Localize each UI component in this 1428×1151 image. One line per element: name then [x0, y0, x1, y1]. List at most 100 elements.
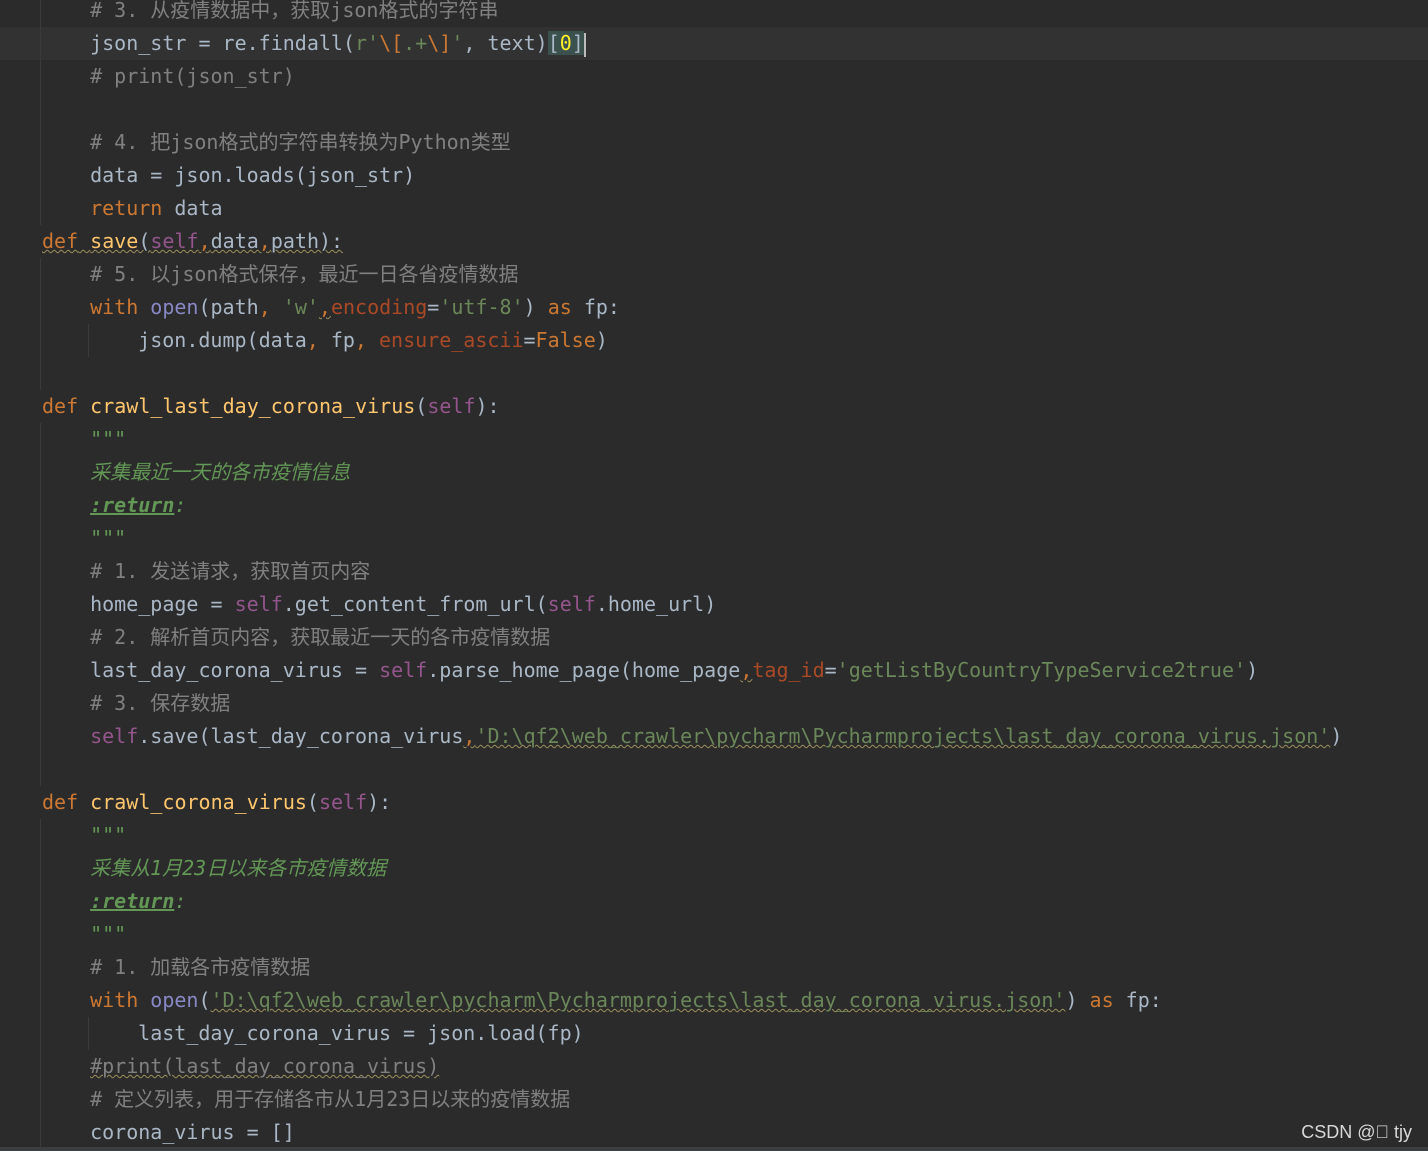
code-token: (path	[198, 295, 259, 319]
code-token: return	[90, 196, 163, 220]
code-line[interactable]	[0, 93, 1428, 126]
code-line[interactable]: def save(self,data,path):	[0, 225, 1428, 258]
code-line[interactable]: with open('D:\qf2\web_crawler\pycharm\Py…	[0, 984, 1428, 1017]
code-text: def save(self,data,path):	[42, 225, 343, 258]
code-line[interactable]	[0, 753, 1428, 786]
code-token: 'D:\qf2\web_crawler\pycharm\Pycharmproje…	[210, 988, 1066, 1012]
code-line[interactable]: """	[0, 522, 1428, 555]
indent-guide	[40, 423, 41, 456]
code-token: .save(last_day_corona_virus	[138, 724, 464, 748]
code-line[interactable]: data = json.loads(json_str)	[0, 159, 1428, 192]
code-token: self	[379, 658, 428, 682]
code-token: ,	[258, 295, 271, 319]
code-token: \[	[379, 31, 404, 55]
code-text: corona_virus = []	[90, 1116, 295, 1149]
code-text: :return:	[90, 885, 186, 918]
code-line[interactable]: home_page = self.get_content_from_url(se…	[0, 588, 1428, 621]
code-text: # 1. 加载各市疫情数据	[90, 951, 310, 984]
indent-guide	[40, 357, 41, 390]
code-token: # 定义列表，用于存储各市从1月23日以来的疫情数据	[90, 1087, 571, 1111]
code-token: 'w'	[282, 295, 319, 319]
code-text: last_day_corona_virus = json.load(fp)	[138, 1017, 584, 1050]
indent-guide	[40, 27, 41, 60]
code-token: [	[547, 31, 560, 55]
code-line[interactable]: def crawl_corona_virus(self):	[0, 786, 1428, 819]
code-line[interactable]: 采集最近一天的各市疫情信息	[0, 456, 1428, 489]
code-line[interactable]: # 4. 把json格式的字符串转换为Python类型	[0, 126, 1428, 159]
code-text: # 5. 以json格式保存，最近一日各省疫情数据	[90, 258, 518, 291]
code-text: # 4. 把json格式的字符串转换为Python类型	[90, 126, 511, 159]
code-line[interactable]: return data	[0, 192, 1428, 225]
code-token: fp	[318, 328, 355, 352]
code-line[interactable]: corona_virus = []	[0, 1116, 1428, 1149]
indent-guide	[40, 819, 41, 852]
indent-guide	[40, 324, 41, 357]
code-token: # 3. 从疫情数据中，获取json格式的字符串	[90, 0, 499, 22]
code-token: :	[174, 493, 187, 517]
code-token: encoding	[330, 295, 428, 319]
code-line[interactable]: :return:	[0, 885, 1428, 918]
code-token: """	[90, 427, 127, 451]
code-token: .+	[403, 31, 428, 55]
code-line[interactable]: # 3. 保存数据	[0, 687, 1428, 720]
code-line[interactable]: # 3. 从疫情数据中，获取json格式的字符串	[0, 0, 1428, 27]
code-text: 采集最近一天的各市疫情信息	[90, 456, 350, 489]
code-token: ,	[258, 229, 271, 253]
code-line[interactable]: last_day_corona_virus = json.load(fp)	[0, 1017, 1428, 1050]
code-text: """	[90, 918, 126, 951]
code-text: 采集从1月23日以来各市疫情数据	[90, 852, 386, 885]
code-token: ]	[571, 31, 584, 55]
code-editor[interactable]: # 3. 从疫情数据中，获取json格式的字符串 json_str = re.fi…	[0, 0, 1428, 1151]
code-line[interactable]: last_day_corona_virus = self.parse_home_…	[0, 654, 1428, 687]
code-line[interactable]: """	[0, 423, 1428, 456]
code-token: :return	[90, 889, 175, 913]
code-text: with open(path, 'w',encoding='utf-8') as…	[90, 291, 620, 324]
code-line[interactable]: # 1. 加载各市疫情数据	[0, 951, 1428, 984]
code-token: json_str = re.findall(	[90, 31, 355, 55]
code-line[interactable]: json_str = re.findall(r'\[.+\]', text)[0…	[0, 27, 1428, 60]
indent-guide	[40, 1017, 41, 1050]
code-text: # print(json_str)	[90, 60, 295, 93]
indent-guide	[40, 258, 41, 291]
code-token: 'getListByCountryTypeService2true'	[836, 658, 1247, 682]
code-line[interactable]: self.save(last_day_corona_virus,'D:\qf2\…	[0, 720, 1428, 753]
code-line[interactable]: # 1. 发送请求，获取首页内容	[0, 555, 1428, 588]
code-line[interactable]: # 2. 解析首页内容，获取最近一天的各市疫情数据	[0, 621, 1428, 654]
indent-guide	[40, 951, 41, 984]
code-token: :return	[90, 493, 175, 517]
code-text: # 3. 保存数据	[90, 687, 230, 720]
code-token: # 3. 保存数据	[90, 691, 231, 715]
code-line[interactable]: :return:	[0, 489, 1428, 522]
code-token: """	[90, 922, 127, 946]
code-line[interactable]: with open(path, 'w',encoding='utf-8') as…	[0, 291, 1428, 324]
code-line[interactable]: def crawl_last_day_corona_virus(self):	[0, 390, 1428, 423]
indent-guide	[40, 852, 41, 885]
code-line[interactable]: #print(last_day_corona_virus)	[0, 1050, 1428, 1083]
code-token: =	[824, 658, 837, 682]
code-text: json.dump(data, fp, ensure_ascii=False)	[138, 324, 608, 357]
code-line[interactable]: json.dump(data, fp, ensure_ascii=False)	[0, 324, 1428, 357]
code-token: as	[547, 295, 572, 319]
code-text: # 3. 从疫情数据中，获取json格式的字符串	[90, 0, 498, 27]
indent-guide	[88, 1017, 90, 1050]
code-line[interactable]: # 定义列表，用于存储各市从1月23日以来的疫情数据	[0, 1083, 1428, 1116]
code-line[interactable]	[0, 357, 1428, 390]
code-line[interactable]: """	[0, 819, 1428, 852]
code-line[interactable]: # 5. 以json格式保存，最近一日各省疫情数据	[0, 258, 1428, 291]
indent-guide	[40, 522, 41, 555]
code-text: def crawl_corona_virus(self):	[42, 786, 391, 819]
code-text: # 2. 解析首页内容，获取最近一天的各市疫情数据	[90, 621, 550, 654]
code-line[interactable]: # print(json_str)	[0, 60, 1428, 93]
code-token: crawl_last_day_corona_virus	[90, 394, 416, 418]
code-token: ,	[306, 328, 319, 352]
code-token: ,	[463, 724, 476, 748]
code-line[interactable]: """	[0, 918, 1428, 951]
code-token: .home_url)	[595, 592, 717, 616]
code-line[interactable]: 采集从1月23日以来各市疫情数据	[0, 852, 1428, 885]
code-token: tag_id	[752, 658, 825, 682]
code-token: # 5. 以json格式保存，最近一日各省疫情数据	[90, 262, 519, 286]
code-text: # 定义列表，用于存储各市从1月23日以来的疫情数据	[90, 1083, 570, 1116]
code-text: last_day_corona_virus = self.parse_home_…	[90, 654, 1258, 687]
